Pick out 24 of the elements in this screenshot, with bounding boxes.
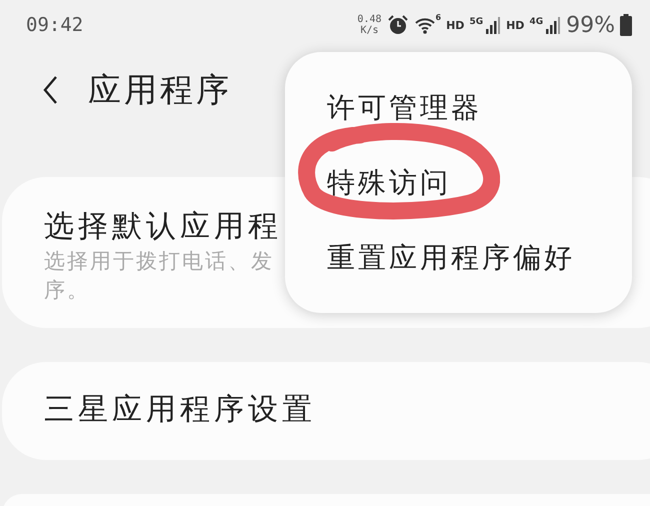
battery-icon — [620, 14, 632, 36]
card-title: 三星应用程序设置 — [44, 391, 317, 429]
menu-item[interactable]: 重置应用程序偏好 — [285, 220, 632, 295]
battery-percent: 99% — [566, 12, 615, 38]
menu-item[interactable]: 特殊访问 — [285, 145, 632, 220]
network-label: 4G — [529, 16, 544, 26]
card-description: 序。 — [44, 277, 90, 304]
speed-value: 0.48 — [357, 14, 382, 25]
page-title: 应用程序 — [88, 68, 232, 110]
card-title: 选择默认应用程 — [44, 208, 283, 246]
signal-icon — [485, 15, 502, 35]
hd-label: HD — [446, 18, 464, 32]
card-description: 选择用于拨打电话、发 — [44, 248, 274, 275]
back-button[interactable] — [42, 75, 58, 105]
settings-card[interactable]: 三星应用程序设置 — [2, 362, 650, 460]
hd-label: HD — [506, 18, 524, 32]
wifi-label: 6 — [436, 12, 442, 22]
speed-unit: K/s — [360, 25, 378, 36]
clock-time: 09:42 — [26, 14, 84, 36]
menu-item[interactable]: 许可管理器 — [285, 70, 632, 145]
back-icon — [42, 75, 58, 105]
signal-icon — [545, 15, 562, 35]
alarm-icon — [386, 14, 409, 36]
network-label: 5G — [469, 16, 484, 26]
